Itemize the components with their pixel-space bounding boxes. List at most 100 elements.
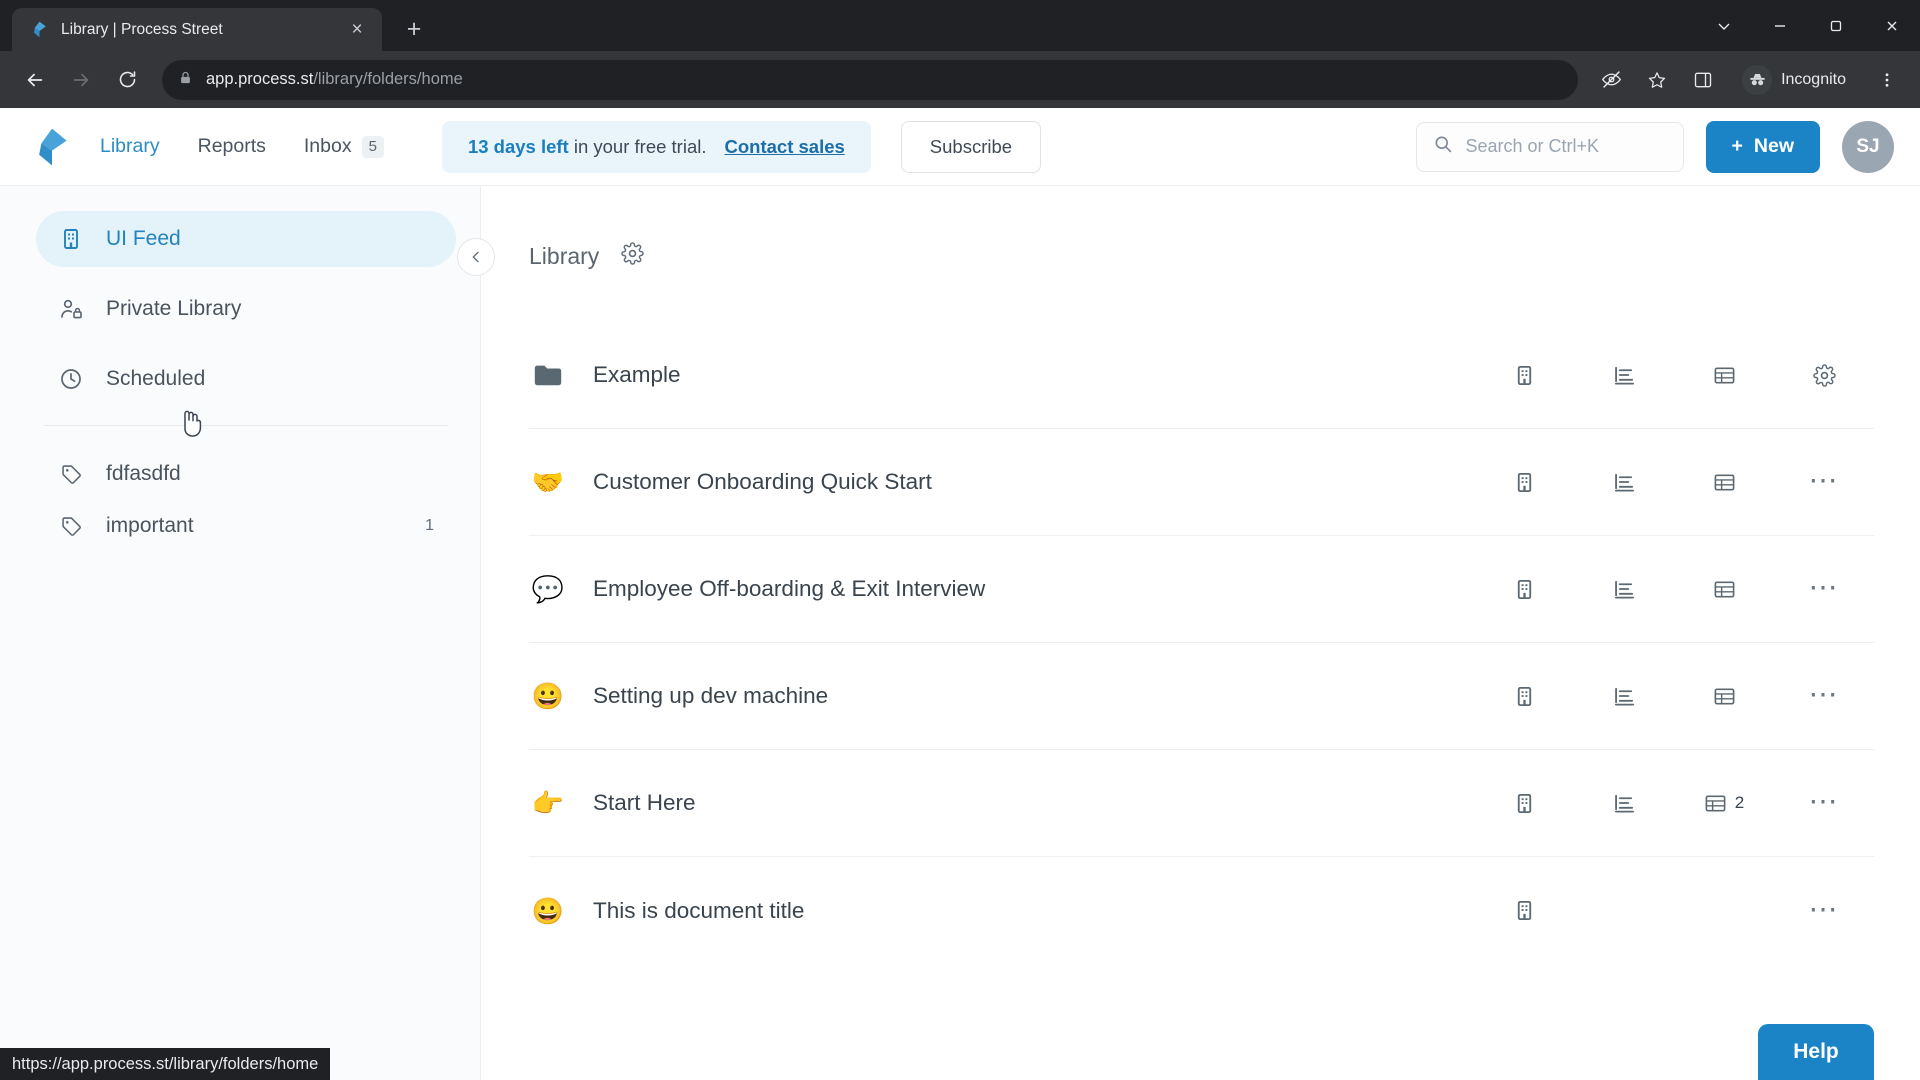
address-bar[interactable]: app.process.st/library/folders/home	[162, 59, 1579, 100]
address-bar-url: app.process.st/library/folders/home	[206, 70, 463, 89]
search-input[interactable]: Search or Ctrl+K	[1415, 121, 1684, 172]
row-title: Setting up dev machine	[593, 683, 829, 708]
table-icon[interactable]	[1674, 578, 1774, 601]
main-header: Library	[481, 186, 1874, 270]
table-row[interactable]: 💬 Employee Off-boarding & Exit Interview	[529, 536, 1874, 643]
subscribe-button[interactable]: Subscribe	[900, 120, 1042, 173]
sidebar-item-label: Private Library	[106, 297, 242, 320]
library-list: Example 🤝 Customer Onboarding Quick Star…	[481, 322, 1874, 964]
sidebar-tag-fdfasdfd[interactable]: fdfasdfd	[36, 448, 456, 500]
sidebar-item-label: UI Feed	[106, 227, 181, 250]
side-panel-icon[interactable]	[1684, 61, 1722, 99]
sidebar-tag-label: important	[106, 514, 194, 537]
eye-off-icon[interactable]	[1592, 61, 1630, 99]
reload-icon[interactable]	[106, 59, 148, 101]
minimize-to-tray-icon[interactable]	[1696, 0, 1752, 51]
forward-icon[interactable]	[60, 59, 102, 101]
new-tab-button[interactable]: +	[396, 11, 432, 47]
url-domain: app.process.st	[206, 70, 314, 88]
nav-item-reports[interactable]: Reports	[198, 135, 266, 158]
more-icon[interactable]: ⋯	[1774, 466, 1874, 496]
new-button-label: New	[1753, 135, 1794, 157]
maximize-icon[interactable]	[1808, 0, 1864, 51]
nav-item-inbox[interactable]: Inbox 5	[304, 135, 384, 158]
search-icon	[1433, 134, 1453, 159]
report-icon[interactable]	[1574, 364, 1674, 387]
star-icon[interactable]	[1638, 61, 1676, 99]
row-actions: ⋯	[1474, 680, 1874, 710]
row-actions: ⋯	[1474, 573, 1874, 603]
sidebar-tag-count: 1	[425, 517, 434, 534]
row-title: This is document title	[593, 897, 805, 923]
sidebar-item-scheduled[interactable]: Scheduled	[36, 351, 456, 407]
table-row[interactable]: 😀 This is document title ⋯	[529, 857, 1874, 964]
process-street-favicon-icon	[30, 20, 49, 39]
sidebar-tag-important[interactable]: important 1	[36, 500, 456, 552]
folder-icon	[529, 363, 567, 387]
table-icon[interactable]	[1674, 471, 1774, 494]
process-street-logo-icon[interactable]	[30, 125, 74, 169]
close-icon[interactable]: ×	[344, 17, 370, 43]
row-actions: ⋯	[1474, 895, 1874, 925]
plus-icon: +	[1731, 135, 1743, 157]
report-icon[interactable]	[1574, 792, 1674, 815]
page-viewport: Library Reports Inbox 5 13 days left in …	[0, 108, 1920, 1080]
back-icon[interactable]	[14, 59, 56, 101]
collapse-sidebar-button[interactable]	[457, 238, 495, 276]
sidebar-divider	[44, 425, 448, 426]
table-count: 2	[1734, 793, 1745, 812]
nav-item-label: Reports	[197, 135, 266, 157]
building-icon[interactable]	[1474, 792, 1574, 815]
browser-tab[interactable]: Library | Process Street ×	[12, 8, 382, 51]
main-content: Library Example 🤝 Customer Onboarding Qu…	[457, 186, 1920, 1080]
building-icon[interactable]	[1474, 364, 1574, 387]
nav-item-label: Library	[100, 135, 160, 157]
more-icon[interactable]: ⋯	[1774, 680, 1874, 710]
building-icon[interactable]	[1474, 471, 1574, 494]
table-row[interactable]: 😀 Setting up dev machine ⋯	[529, 643, 1874, 750]
incognito-indicator[interactable]: Incognito	[1736, 61, 1860, 99]
report-icon[interactable]	[1574, 471, 1674, 494]
mouse-cursor-pointer-icon	[178, 408, 204, 438]
more-icon[interactable]: ⋯	[1774, 895, 1874, 925]
more-icon[interactable]: ⋯	[1774, 573, 1874, 603]
sidebar-item-ui-feed[interactable]: UI Feed	[36, 211, 456, 267]
row-title: Employee Off-boarding & Exit Interview	[593, 576, 986, 601]
user-lock-icon	[58, 296, 84, 322]
building-icon[interactable]	[1474, 685, 1574, 708]
avatar[interactable]: SJ	[1842, 120, 1894, 173]
page-title: Library	[529, 242, 600, 269]
building-icon	[58, 226, 84, 252]
gear-icon[interactable]	[621, 242, 645, 270]
kebab-menu-icon[interactable]	[1868, 61, 1906, 99]
sidebar: UI Feed Private Library Scheduled fdfasd…	[0, 186, 481, 1080]
tag-icon	[58, 513, 84, 539]
report-icon[interactable]	[1574, 578, 1674, 601]
workflow-emoji-icon: 👉	[531, 788, 565, 818]
table-row[interactable]: 🤝 Customer Onboarding Quick Start ⋯	[529, 429, 1874, 536]
status-bar-url: https://app.process.st/library/folders/h…	[0, 1048, 331, 1080]
nav-item-library[interactable]: Library	[100, 135, 160, 158]
table-icon[interactable]	[1674, 685, 1774, 708]
building-icon[interactable]	[1474, 578, 1574, 601]
more-icon[interactable]: ⋯	[1774, 787, 1874, 817]
table-row[interactable]: 👉 Start Here 2 ⋯	[529, 750, 1874, 857]
table-icon[interactable]: 2	[1674, 792, 1774, 815]
contact-sales-link[interactable]: Contact sales	[725, 136, 845, 158]
trial-rest: in your free trial.	[568, 135, 707, 157]
row-actions: ⋯	[1474, 466, 1874, 496]
browser-tab-title: Library | Process Street	[61, 20, 223, 38]
table-row[interactable]: Example	[529, 322, 1874, 429]
omnibox-actions: Incognito	[1592, 61, 1906, 99]
table-icon[interactable]	[1674, 364, 1774, 387]
building-icon[interactable]	[1474, 899, 1574, 922]
report-icon[interactable]	[1574, 685, 1674, 708]
close-window-icon[interactable]	[1864, 0, 1920, 51]
help-button[interactable]: Help	[1758, 1024, 1874, 1080]
inbox-badge: 5	[361, 135, 384, 158]
minimize-icon[interactable]	[1752, 0, 1808, 51]
sidebar-item-label: Scheduled	[106, 367, 206, 390]
new-button[interactable]: + New	[1705, 120, 1820, 173]
gear-icon[interactable]	[1774, 363, 1874, 387]
sidebar-item-private-library[interactable]: Private Library	[36, 281, 456, 337]
